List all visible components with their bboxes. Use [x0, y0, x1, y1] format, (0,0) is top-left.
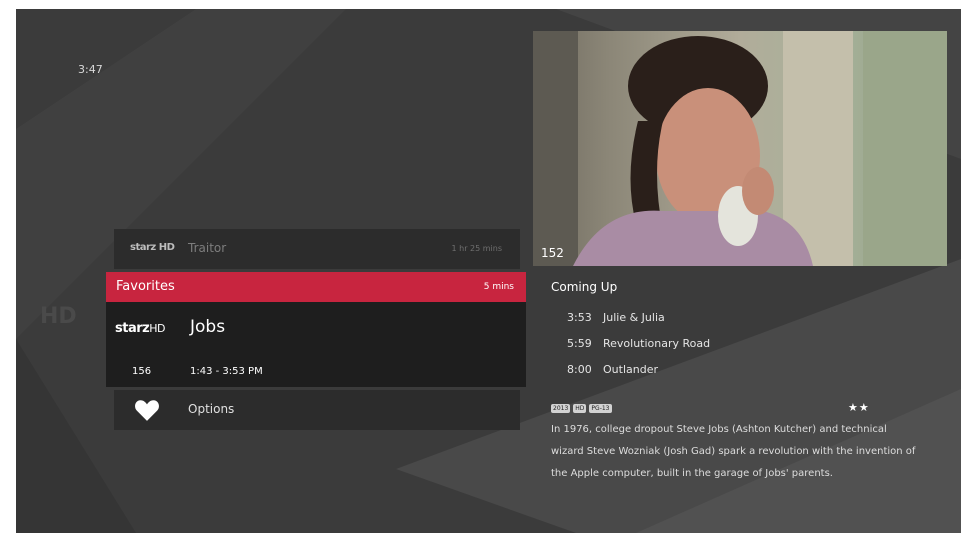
rating-badge: PG-13 — [589, 404, 612, 413]
coming-up-title: Julie & Julia — [603, 311, 665, 324]
tv-screen: 3:47 HD starz HD Traitor 1 hr 25 mins Fa… — [16, 9, 961, 533]
options-row[interactable]: Options — [114, 390, 520, 430]
coming-up-title: Outlander — [603, 363, 658, 376]
program-duration: 1 hr 25 mins — [451, 244, 502, 253]
coming-up-time: 3:53 — [567, 311, 592, 324]
coming-up-item[interactable]: 8:00 Outlander — [567, 363, 658, 376]
coming-up-time: 8:00 — [567, 363, 592, 376]
coming-up-title: Revolutionary Road — [603, 337, 711, 350]
preview-channel-number: 152 — [541, 246, 564, 260]
options-label: Options — [188, 402, 235, 416]
video-preview[interactable]: 152 — [533, 31, 947, 266]
category-header[interactable]: Favorites 5 mins — [106, 272, 526, 302]
program-title: Traitor — [188, 241, 227, 255]
metadata-badges: 2013 HD PG-13 — [551, 404, 615, 415]
year-badge: 2013 — [551, 404, 571, 413]
program-title: Jobs — [190, 317, 226, 337]
category-label: Favorites — [116, 279, 175, 294]
channel-logo-suffix: HD — [149, 322, 165, 335]
coming-up-item[interactable]: 5:59 Revolutionary Road — [567, 337, 710, 350]
star-rating: ★★ — [848, 401, 870, 414]
selected-program-card[interactable]: Favorites 5 mins starzHD Jobs 156 1:43 -… — [106, 272, 526, 387]
remaining-time: 5 mins — [483, 282, 514, 292]
coming-up-item[interactable]: 3:53 Julie & Julia — [567, 311, 665, 324]
channel-logo-main: starz — [115, 321, 150, 336]
clock: 3:47 — [78, 63, 103, 76]
heart-icon — [135, 400, 159, 421]
program-time-range: 1:43 - 3:53 PM — [190, 366, 263, 377]
hd-badge: HD — [573, 404, 587, 413]
program-description: In 1976, college dropout Steve Jobs (Ash… — [551, 424, 916, 479]
background-hd-mark: HD — [40, 304, 77, 329]
channel-number: 156 — [132, 366, 152, 377]
previous-program-row[interactable]: starz HD Traitor 1 hr 25 mins — [114, 229, 520, 269]
channel-logo: starzHD — [115, 321, 165, 336]
coming-up-time: 5:59 — [567, 337, 592, 350]
coming-up-heading: Coming Up — [551, 280, 618, 294]
channel-logo: starz HD — [130, 242, 175, 253]
preview-image — [533, 31, 947, 266]
